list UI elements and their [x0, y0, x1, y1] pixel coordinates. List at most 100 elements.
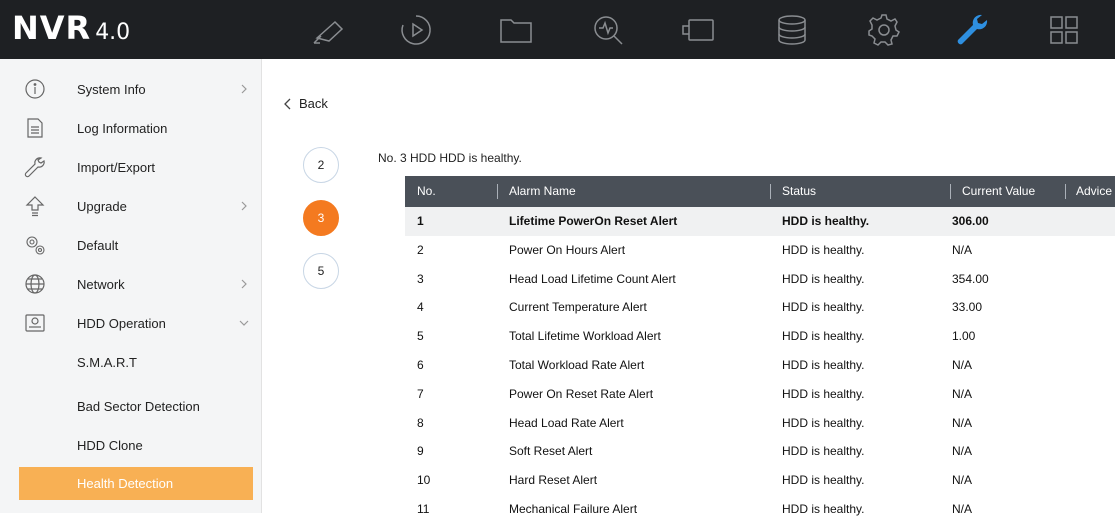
back-button[interactable]: Back: [283, 96, 328, 111]
sidebar-item-label: Import/Export: [77, 160, 156, 175]
cell-alarm-name: Total Lifetime Workload Alert: [509, 329, 661, 344]
header-separator: [497, 184, 498, 199]
sidebar-item-label: HDD Clone: [77, 438, 143, 453]
health-summary: No. 3 HDD HDD is healthy.: [378, 151, 522, 165]
column-header-advice: Advice: [1076, 184, 1113, 198]
sidebar-item-log-information[interactable]: Log Information: [0, 109, 262, 148]
info-icon: [24, 78, 46, 100]
sidebar-item-label: Default: [77, 238, 119, 253]
cell-status: HDD is healthy.: [782, 473, 865, 488]
top-navigation-bar: NVR 4.0: [0, 0, 1115, 59]
storage-icon[interactable]: [772, 10, 812, 50]
chevron-left-icon: [284, 98, 291, 109]
maintenance-icon[interactable]: [952, 10, 992, 50]
cell-alarm-name: Head Load Lifetime Count Alert: [509, 271, 676, 286]
sidebar-item-hdd-clone[interactable]: HDD Clone: [0, 426, 262, 465]
back-label: Back: [299, 96, 328, 111]
table-row[interactable]: 7 Power On Reset Rate Alert HDD is healthy…: [405, 380, 1115, 409]
cell-alarm-name: Total Workload Rate Alert: [509, 357, 645, 372]
cell-current-value: 354.00: [952, 271, 989, 286]
sidebar-item-upgrade[interactable]: Upgrade: [0, 187, 262, 226]
cell-status: HDD is healthy.: [782, 415, 865, 430]
table-body: 1 Lifetime PowerOn Reset Alert HDD is heal…: [405, 207, 1115, 524]
table-row[interactable]: 11 Mechanical Failure Alert HDD is healthy…: [405, 495, 1115, 524]
cell-no: 6: [417, 357, 424, 372]
sidebar-item-default[interactable]: Default: [0, 226, 262, 265]
sidebar-item-label: Health Detection: [77, 476, 174, 491]
sidebar-item-network[interactable]: Network: [0, 265, 262, 304]
sidebar-item-label: Network: [77, 277, 125, 292]
cell-status: HDD is healthy.: [782, 300, 865, 315]
health-alarm-table: No. Alarm Name Status Current Value Advi…: [405, 176, 1115, 524]
cell-alarm-name: Soft Reset Alert: [509, 444, 593, 459]
cell-no: 10: [417, 473, 431, 488]
gears-icon: [24, 234, 46, 256]
cell-alarm-name: Current Temperature Alert: [509, 300, 647, 315]
brand-version: 4.0: [95, 20, 131, 45]
table-row[interactable]: 6 Total Workload Rate Alert HDD is healthy…: [405, 351, 1115, 380]
cell-no: 8: [417, 415, 424, 430]
smart-analysis-icon[interactable]: [588, 10, 628, 50]
document-icon: [24, 117, 46, 139]
cell-alarm-name: Mechanical Failure Alert: [509, 501, 638, 516]
sidebar-item-hdd-operation[interactable]: HDD Operation: [0, 304, 262, 343]
cell-no: 2: [417, 242, 424, 257]
chevron-right-icon: [238, 277, 250, 291]
cell-status: HDD is healthy.: [782, 242, 865, 257]
menu-grid-icon[interactable]: [1044, 10, 1084, 50]
table-row[interactable]: 2 Power On Hours Alert HDD is healthy. N/A: [405, 236, 1115, 265]
camera-icon[interactable]: [678, 10, 718, 50]
column-header-current-value: Current Value: [962, 184, 1036, 198]
playback-icon[interactable]: [396, 10, 436, 50]
cell-no: 5: [417, 329, 424, 344]
table-row[interactable]: 3 Head Load Lifetime Count Alert HDD is he…: [405, 265, 1115, 294]
sidebar-item-label: Upgrade: [77, 199, 127, 214]
upgrade-icon: [24, 195, 46, 217]
cell-no: 4: [417, 300, 424, 315]
table-row[interactable]: 1 Lifetime PowerOn Reset Alert HDD is heal…: [405, 207, 1115, 236]
table-row[interactable]: 5 Total Lifetime Workload Alert HDD is hea…: [405, 322, 1115, 351]
file-management-icon[interactable]: [496, 10, 536, 50]
column-header-status: Status: [782, 184, 817, 198]
sidebar-item-bad-sector-detection[interactable]: Bad Sector Detection: [0, 387, 262, 426]
cell-alarm-name: Lifetime PowerOn Reset Alert: [509, 214, 678, 228]
live-view-icon[interactable]: [309, 10, 349, 50]
table-row[interactable]: 9 Soft Reset Alert HDD is healthy. N/A: [405, 437, 1115, 466]
sidebar-item-label: System Info: [77, 82, 146, 97]
sidebar-item-label: Bad Sector Detection: [77, 399, 200, 414]
column-header-no: No.: [417, 184, 436, 198]
brand-name: NVR: [12, 9, 92, 47]
header-separator: [770, 184, 771, 199]
cell-alarm-name: Head Load Rate Alert: [509, 415, 624, 430]
cell-current-value: 306.00: [952, 214, 989, 228]
cell-status: HDD is healthy.: [782, 271, 865, 286]
cell-current-value: N/A: [952, 242, 973, 257]
table-header: No. Alarm Name Status Current Value Advi…: [405, 176, 1115, 207]
cell-status: HDD is healthy.: [782, 444, 865, 459]
sidebar-item-system-info[interactable]: System Info: [0, 70, 262, 109]
hdd-step-5[interactable]: 5: [303, 253, 339, 289]
cell-no: 1: [417, 214, 424, 228]
cell-current-value: 1.00: [952, 329, 976, 344]
maintenance-sidebar: System Info Log Information Import/Expor…: [0, 59, 262, 513]
cell-status: HDD is healthy.: [782, 214, 870, 228]
configuration-icon[interactable]: [864, 10, 904, 50]
cell-status: HDD is healthy.: [782, 329, 865, 344]
sidebar-item-smart[interactable]: S.M.A.R.T: [0, 343, 262, 382]
cell-current-value: 33.00: [952, 300, 983, 315]
table-row[interactable]: 8 Head Load Rate Alert HDD is healthy. N/A: [405, 409, 1115, 438]
globe-icon: [24, 273, 46, 295]
cell-no: 11: [417, 501, 430, 516]
chevron-down-icon: [238, 316, 250, 330]
header-separator: [950, 184, 951, 199]
sidebar-item-health-detection[interactable]: Health Detection: [19, 467, 253, 500]
cell-current-value: N/A: [952, 386, 973, 401]
sidebar-item-import-export[interactable]: Import/Export: [0, 148, 262, 187]
table-row[interactable]: 4 Current Temperature Alert HDD is healthy…: [405, 293, 1115, 322]
cell-status: HDD is healthy.: [782, 501, 865, 516]
table-row[interactable]: 10 Hard Reset Alert HDD is healthy. N/A: [405, 466, 1115, 495]
cell-status: HDD is healthy.: [782, 386, 865, 401]
hdd-step-2[interactable]: 2: [303, 147, 339, 183]
cell-current-value: N/A: [952, 501, 973, 516]
hdd-step-3[interactable]: 3: [303, 200, 339, 236]
